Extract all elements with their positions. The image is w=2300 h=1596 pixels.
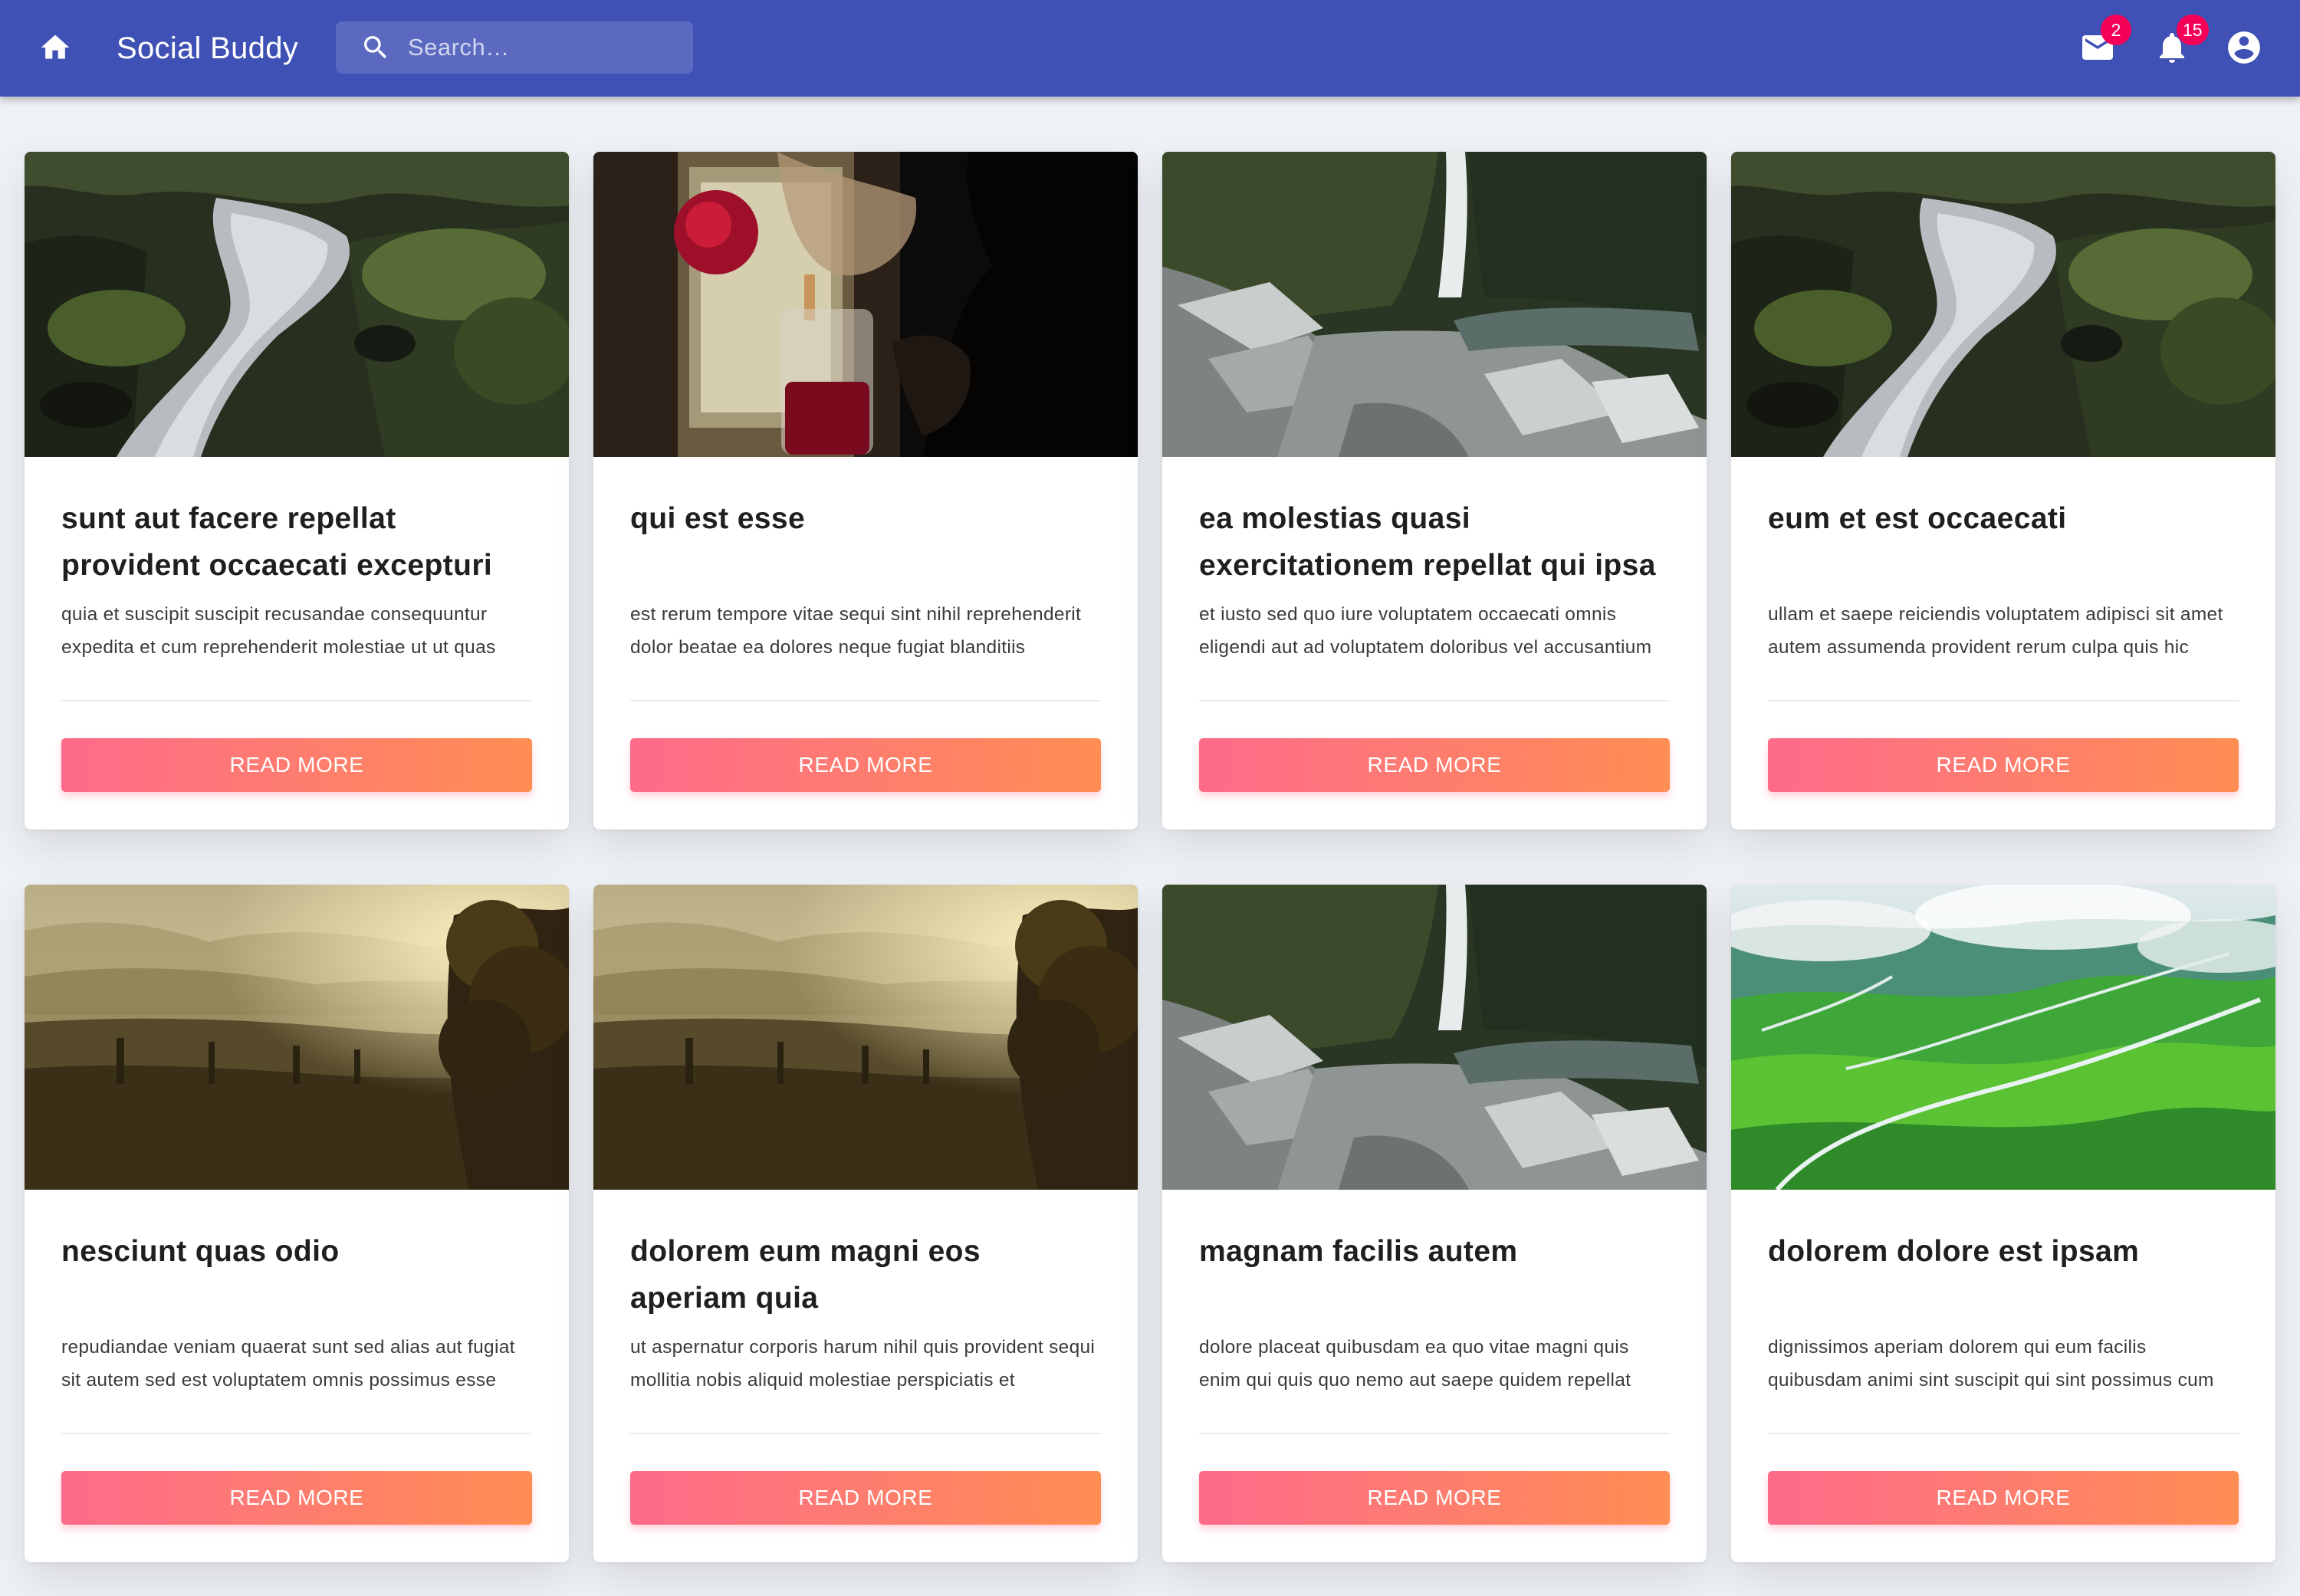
- post-excerpt: ut aspernatur corporis harum nihil quis …: [630, 1337, 1096, 1391]
- post-title: nesciunt quas odio: [61, 1235, 340, 1268]
- post-card: sunt aut facere repellat provident occae…: [25, 152, 569, 829]
- read-more-button[interactable]: READ MORE: [1768, 1471, 2239, 1525]
- card-divider: [1768, 700, 2239, 701]
- app-bar: Social Buddy 2 15: [0, 0, 2300, 97]
- card-divider: [630, 1433, 1101, 1434]
- card-divider: [1199, 1433, 1670, 1434]
- app-title: Social Buddy: [117, 31, 299, 65]
- waterfall-stream-image: [1731, 152, 2275, 457]
- misty-hills-sunrise-image: [593, 885, 1138, 1190]
- account-circle-icon: [2228, 31, 2260, 64]
- read-more-button[interactable]: READ MORE: [1768, 738, 2239, 792]
- account-button[interactable]: [2216, 20, 2272, 75]
- post-excerpt: repudiandae veniam quaerat sunt sed alia…: [61, 1337, 515, 1391]
- post-grid: sunt aut facere repellat provident occae…: [25, 152, 2275, 1562]
- mail-button[interactable]: 2: [2070, 15, 2131, 75]
- read-more-button[interactable]: READ MORE: [61, 1471, 532, 1525]
- post-excerpt: quia et suscipit suscipit recusandae con…: [61, 604, 496, 658]
- post-excerpt: est rerum tempore vitae sequi sint nihil…: [630, 604, 1082, 658]
- card-divider: [61, 700, 532, 701]
- mail-badge: 2: [2101, 15, 2131, 45]
- read-more-button[interactable]: READ MORE: [61, 738, 532, 792]
- post-card: dolorem dolore est ipsam dignissimos ape…: [1731, 885, 2275, 1562]
- green-valley-streams-image: [1731, 885, 2275, 1190]
- card-divider: [1768, 1433, 2239, 1434]
- post-title: sunt aut facere repellat provident occae…: [61, 502, 493, 582]
- read-more-button[interactable]: READ MORE: [630, 738, 1101, 792]
- post-excerpt: dignissimos aperiam dolorem qui eum faci…: [1768, 1337, 2214, 1391]
- misty-hills-sunrise-image: [25, 885, 569, 1190]
- waterfall-stream-image: [25, 152, 569, 457]
- post-card: magnam facilis autem dolore placeat quib…: [1162, 885, 1707, 1562]
- post-title: ea molestias quasi exercitationem repell…: [1199, 502, 1656, 582]
- post-card: nesciunt quas odio repudiandae veniam qu…: [25, 885, 569, 1562]
- post-card: ea molestias quasi exercitationem repell…: [1162, 152, 1707, 829]
- read-more-button[interactable]: READ MORE: [1199, 738, 1670, 792]
- post-card: dolorem eum magni eos aperiam quia ut as…: [593, 885, 1138, 1562]
- read-more-button[interactable]: READ MORE: [630, 1471, 1101, 1525]
- notifications-button[interactable]: 15: [2144, 15, 2209, 75]
- post-card: qui est esse est rerum tempore vitae seq…: [593, 152, 1138, 829]
- post-card: eum et est occaecati ullam et saepe reic…: [1731, 152, 2275, 829]
- rocky-gorge-waterfall-image: [1162, 885, 1707, 1190]
- post-title: dolorem eum magni eos aperiam quia: [630, 1235, 981, 1315]
- pour-over-coffee-image: [593, 152, 1138, 457]
- home-button[interactable]: [32, 25, 78, 71]
- card-divider: [1199, 700, 1670, 701]
- rocky-gorge-waterfall-image: [1162, 152, 1707, 457]
- search-input[interactable]: [408, 21, 684, 74]
- card-divider: [61, 1433, 532, 1434]
- card-divider: [630, 700, 1101, 701]
- read-more-button[interactable]: READ MORE: [1199, 1471, 1670, 1525]
- post-title: eum et est occaecati: [1768, 502, 2067, 535]
- notifications-badge: 15: [2177, 15, 2209, 45]
- post-title: qui est esse: [630, 502, 806, 535]
- post-excerpt: dolore placeat quibusdam ea quo vitae ma…: [1199, 1337, 1631, 1391]
- home-icon: [41, 34, 70, 59]
- post-excerpt: ullam et saepe reiciendis voluptatem adi…: [1768, 604, 2223, 658]
- post-excerpt: et iusto sed quo iure voluptatem occaeca…: [1199, 604, 1652, 658]
- search-icon: [364, 36, 387, 59]
- post-title: magnam facilis autem: [1199, 1235, 1518, 1268]
- post-title: dolorem dolore est ipsam: [1768, 1235, 2140, 1268]
- search-box[interactable]: [336, 21, 693, 74]
